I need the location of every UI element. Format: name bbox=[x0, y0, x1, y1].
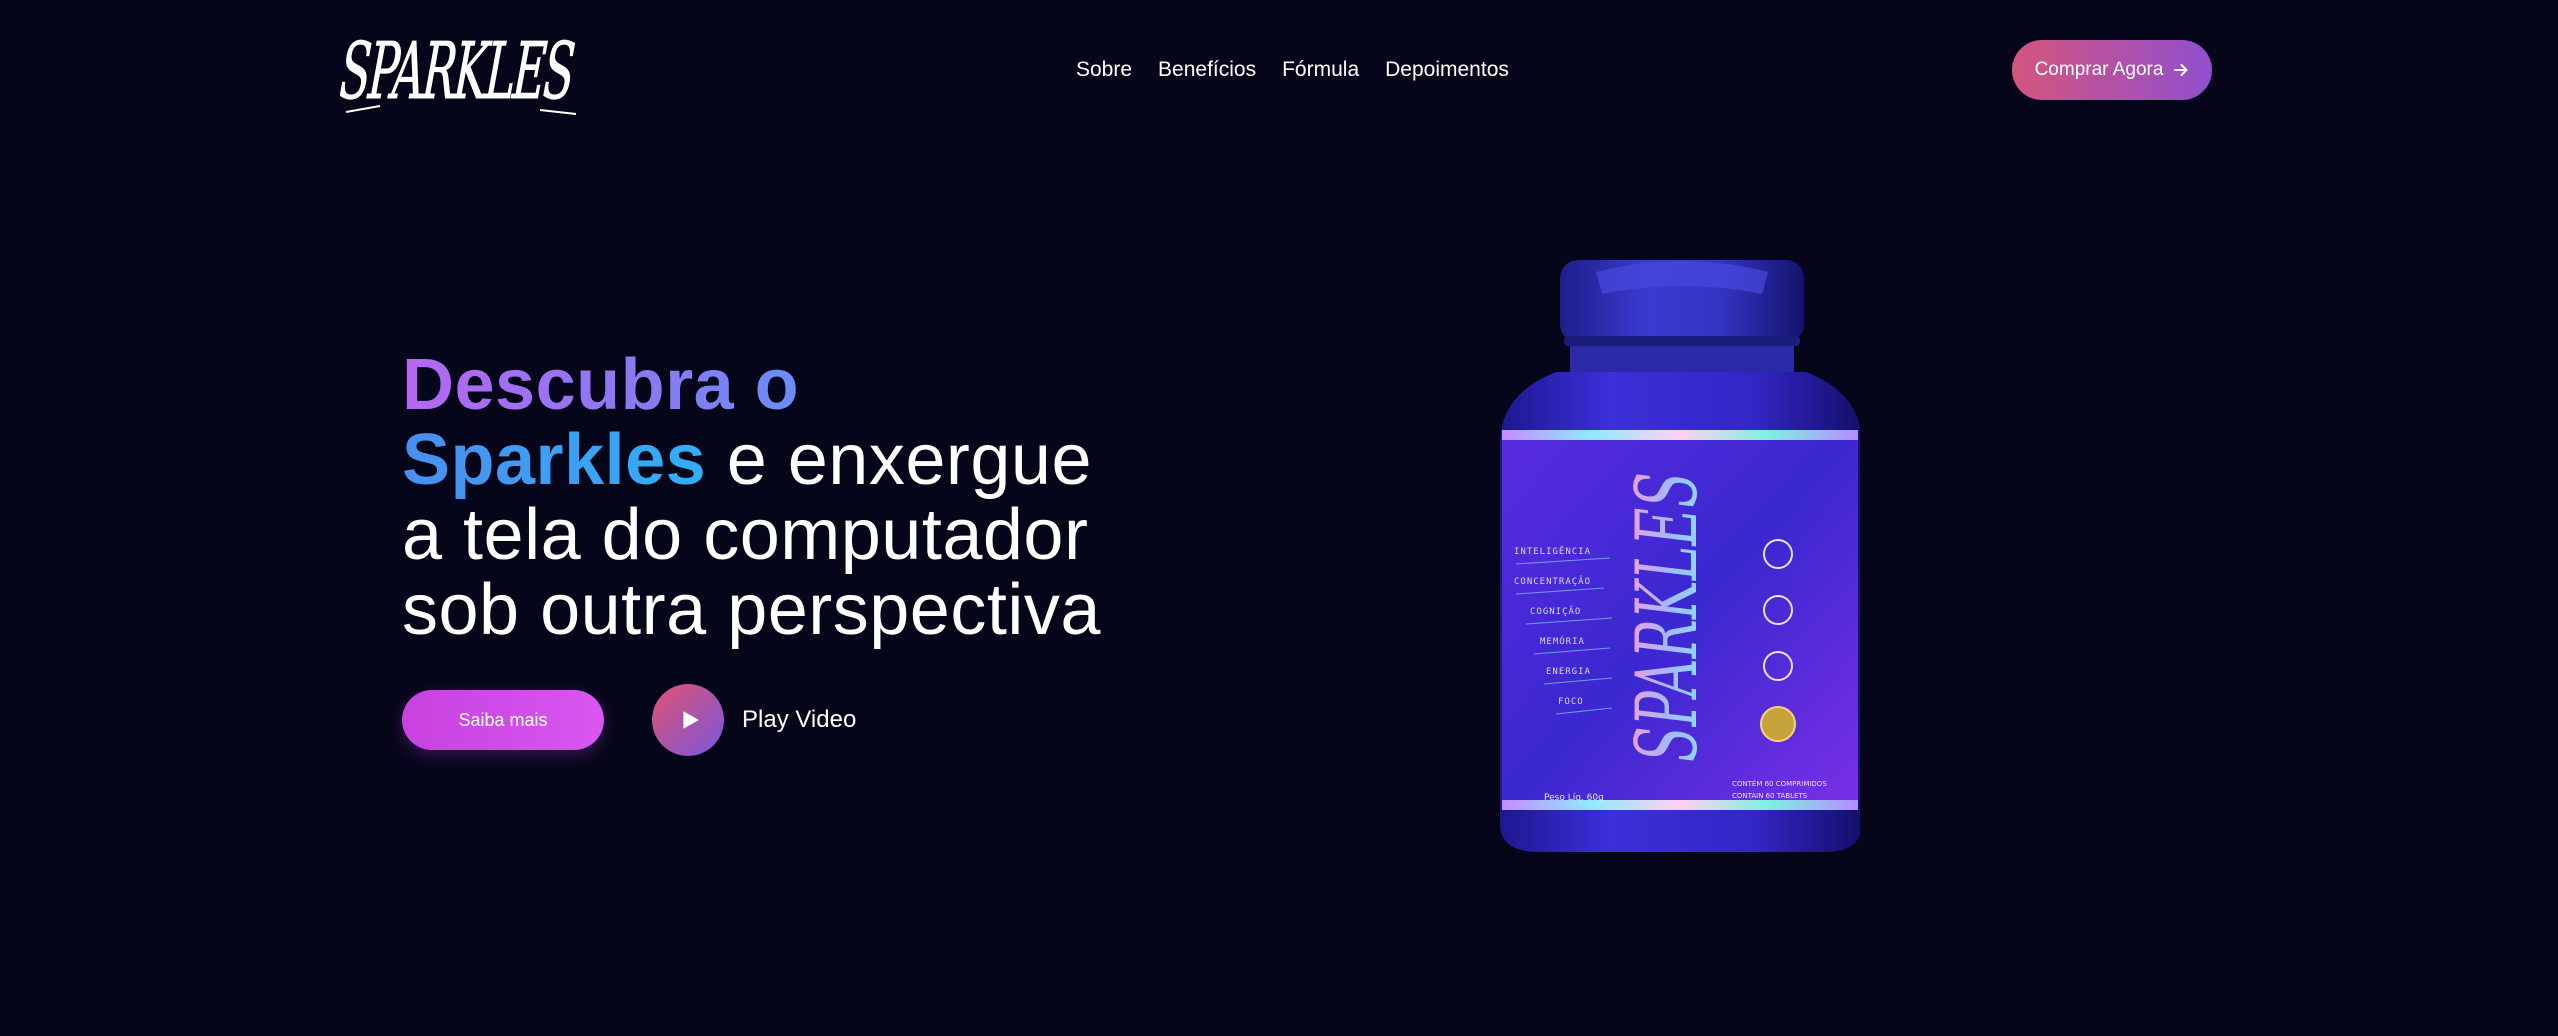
hero-headline: Descubra o Sparkles e enxergue a tela do… bbox=[402, 348, 1162, 648]
arrow-right-icon bbox=[2174, 64, 2188, 76]
benefit-2: CONCENTRAÇÃO bbox=[1514, 576, 1591, 587]
sparkles-logo[interactable]: SPARKLES bbox=[337, 22, 580, 118]
bottle-weight: Peso Líq. 60g bbox=[1544, 793, 1604, 803]
svg-text:SPARKLES: SPARKLES bbox=[340, 27, 576, 117]
headline-brand: Sparkles bbox=[402, 420, 707, 500]
nav-link-beneficios[interactable]: Benefícios bbox=[1158, 56, 1256, 84]
nav-link-depoimentos[interactable]: Depoimentos bbox=[1385, 56, 1509, 84]
buy-now-label: Comprar Agora bbox=[2034, 59, 2164, 80]
play-video-button[interactable]: Play Video bbox=[652, 684, 856, 756]
play-icon bbox=[683, 711, 699, 729]
benefit-5: ENERGIA bbox=[1546, 667, 1591, 677]
buy-now-button[interactable]: Comprar Agora bbox=[2012, 40, 2212, 100]
bottle-contents-en: CONTAIN 60 TABLETS bbox=[1732, 792, 1808, 800]
product-bottle-image: SPARKLES INTELIGÊNCIA CONCENTRAÇÃO COGNI… bbox=[1500, 254, 1862, 854]
bottle-brand: SPARKLES bbox=[1618, 472, 1716, 762]
headline-line-3: a tela do computador bbox=[402, 495, 1089, 575]
learn-more-button[interactable]: Saiba mais bbox=[402, 690, 604, 750]
nav-link-formula[interactable]: Fórmula bbox=[1282, 56, 1359, 84]
headline-see: e enxergue bbox=[706, 420, 1092, 500]
benefit-4: MEMÓRIA bbox=[1540, 635, 1585, 647]
main-nav: Sobre Benefícios Fórmula Depoimentos bbox=[1076, 56, 1509, 84]
play-circle[interactable] bbox=[652, 684, 724, 756]
nav-link-sobre[interactable]: Sobre bbox=[1076, 56, 1132, 84]
benefit-6: FOCO bbox=[1558, 697, 1584, 707]
play-video-label: Play Video bbox=[742, 706, 857, 733]
headline-line-4: sob outra perspectiva bbox=[402, 570, 1101, 650]
benefit-1: INTELIGÊNCIA bbox=[1514, 545, 1591, 557]
headline-discover: Descubra o bbox=[402, 345, 800, 425]
benefit-3: COGNIÇÃO bbox=[1530, 606, 1581, 617]
learn-more-label: Saiba mais bbox=[458, 709, 548, 730]
bottle-contents-pt: CONTÉM 60 COMPRIMIDOS bbox=[1732, 779, 1827, 788]
